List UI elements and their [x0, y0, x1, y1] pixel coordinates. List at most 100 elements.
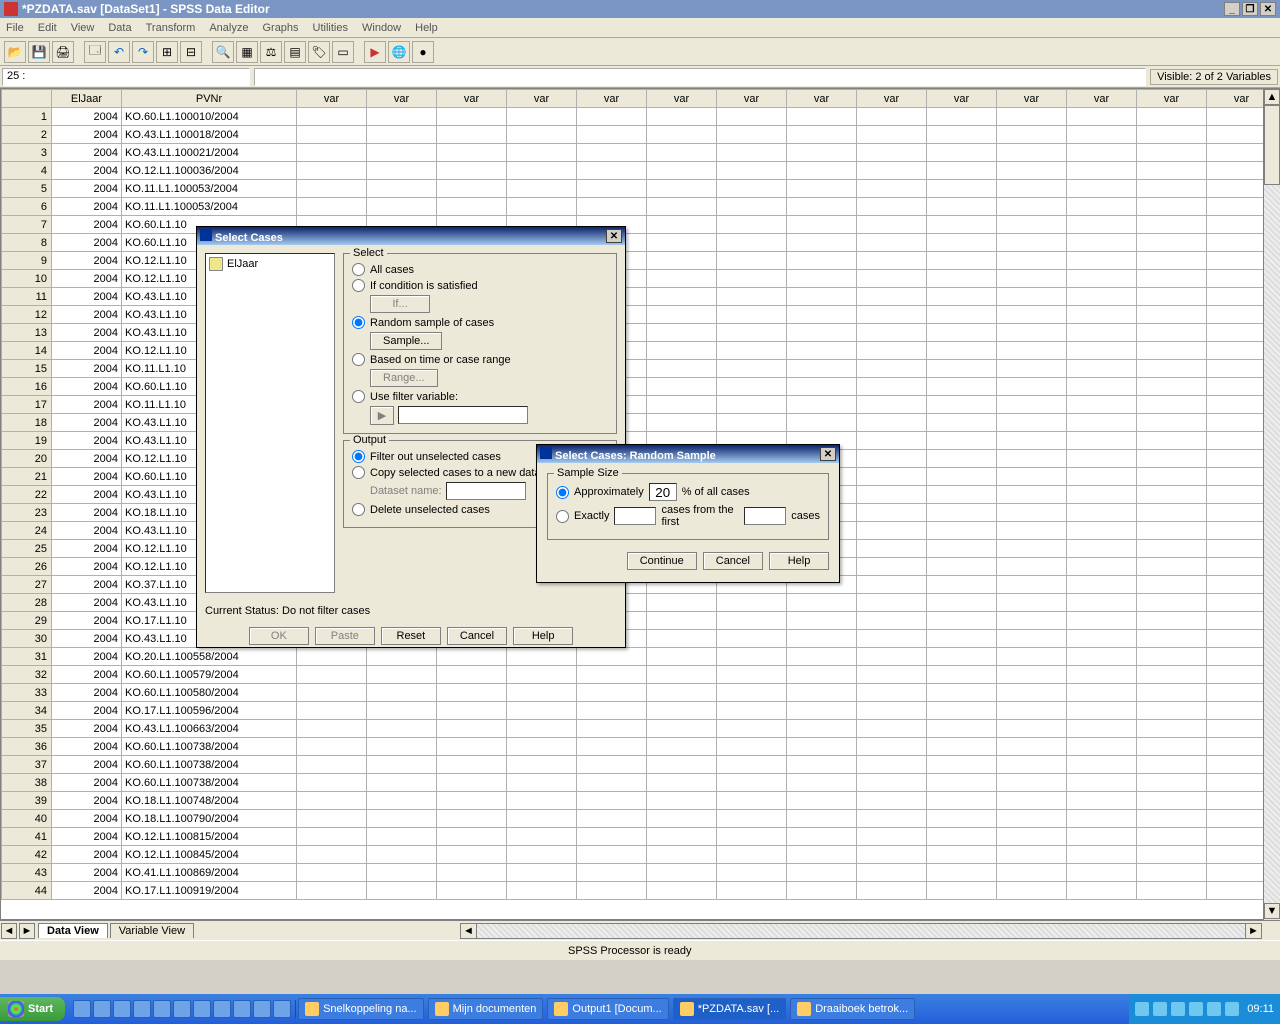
cell[interactable] — [787, 792, 857, 810]
cell[interactable] — [857, 126, 927, 144]
cell[interactable] — [367, 108, 437, 126]
row-header[interactable]: 42 — [2, 846, 52, 864]
cell[interactable] — [297, 666, 367, 684]
cell[interactable] — [577, 864, 647, 882]
ql-icon[interactable] — [193, 1000, 211, 1018]
radio-approximately[interactable] — [556, 486, 569, 499]
cell[interactable] — [717, 684, 787, 702]
row-header[interactable]: 22 — [2, 486, 52, 504]
cell[interactable] — [997, 828, 1067, 846]
menu-view[interactable]: View — [71, 22, 95, 34]
corner-cell[interactable] — [2, 90, 52, 108]
menu-analyze[interactable]: Analyze — [209, 22, 248, 34]
cell[interactable] — [1137, 720, 1207, 738]
cell[interactable] — [997, 792, 1067, 810]
menu-file[interactable]: File — [6, 22, 24, 34]
cell[interactable]: 2004 — [52, 288, 122, 306]
open-icon[interactable]: 📂 — [4, 41, 26, 63]
cell[interactable] — [1137, 126, 1207, 144]
taskbar-task[interactable]: Output1 [Docum... — [547, 998, 668, 1020]
cell[interactable] — [1067, 882, 1137, 900]
move-var-button[interactable]: ▶ — [370, 406, 394, 425]
cell[interactable] — [647, 720, 717, 738]
cell[interactable] — [927, 720, 997, 738]
cell[interactable] — [927, 756, 997, 774]
cell[interactable] — [997, 306, 1067, 324]
cell[interactable] — [1067, 234, 1137, 252]
cell[interactable] — [507, 846, 577, 864]
cell[interactable]: KO.12.L1.100036/2004 — [122, 162, 297, 180]
cell[interactable] — [1067, 540, 1137, 558]
row-header[interactable]: 12 — [2, 306, 52, 324]
row-header[interactable]: 14 — [2, 342, 52, 360]
cell[interactable] — [787, 756, 857, 774]
cell[interactable] — [857, 234, 927, 252]
radio-delete-unselected[interactable] — [352, 503, 365, 516]
cell[interactable] — [507, 864, 577, 882]
cell[interactable] — [717, 594, 787, 612]
cell[interactable] — [507, 828, 577, 846]
row-header[interactable]: 13 — [2, 324, 52, 342]
cell[interactable] — [717, 234, 787, 252]
cell[interactable] — [1067, 108, 1137, 126]
cell[interactable] — [1067, 306, 1137, 324]
cell[interactable] — [297, 774, 367, 792]
ql-icon[interactable] — [133, 1000, 151, 1018]
cell[interactable] — [1137, 792, 1207, 810]
cell[interactable] — [1067, 702, 1137, 720]
cell[interactable] — [857, 450, 927, 468]
cell[interactable] — [717, 216, 787, 234]
column-header[interactable]: var — [437, 90, 507, 108]
cell[interactable] — [1067, 126, 1137, 144]
cell[interactable] — [787, 864, 857, 882]
cell[interactable] — [997, 594, 1067, 612]
cell[interactable] — [857, 342, 927, 360]
cell[interactable] — [997, 612, 1067, 630]
cell[interactable] — [1137, 666, 1207, 684]
cell[interactable] — [367, 738, 437, 756]
cell[interactable]: KO.60.L1.100010/2004 — [122, 108, 297, 126]
cell[interactable]: KO.60.L1.100580/2004 — [122, 684, 297, 702]
row-header[interactable]: 20 — [2, 450, 52, 468]
cell[interactable]: 2004 — [52, 882, 122, 900]
column-header[interactable]: var — [1137, 90, 1207, 108]
cell[interactable] — [927, 414, 997, 432]
help-button[interactable]: Help — [769, 552, 829, 570]
cell[interactable] — [367, 648, 437, 666]
cell[interactable]: 2004 — [52, 396, 122, 414]
cell[interactable] — [1137, 486, 1207, 504]
cell[interactable] — [1137, 522, 1207, 540]
cell[interactable] — [997, 882, 1067, 900]
cell[interactable] — [1067, 594, 1137, 612]
select-icon[interactable]: ▤ — [284, 41, 306, 63]
cell[interactable] — [1067, 576, 1137, 594]
cell[interactable] — [1067, 180, 1137, 198]
cell[interactable] — [647, 738, 717, 756]
cell[interactable]: 2004 — [52, 234, 122, 252]
cell[interactable] — [997, 648, 1067, 666]
cell[interactable] — [647, 144, 717, 162]
cell[interactable] — [437, 756, 507, 774]
cell[interactable] — [1137, 108, 1207, 126]
column-header[interactable]: var — [1067, 90, 1137, 108]
cell[interactable] — [717, 180, 787, 198]
menu-graphs[interactable]: Graphs — [262, 22, 298, 34]
cell[interactable] — [297, 162, 367, 180]
cell[interactable] — [787, 684, 857, 702]
cell[interactable] — [997, 252, 1067, 270]
cell[interactable] — [717, 828, 787, 846]
cell[interactable] — [997, 846, 1067, 864]
cell[interactable] — [1137, 468, 1207, 486]
cell[interactable] — [997, 738, 1067, 756]
cell[interactable] — [647, 378, 717, 396]
scroll-left-icon[interactable]: ◄ — [461, 924, 477, 938]
cell[interactable] — [857, 360, 927, 378]
row-header[interactable]: 39 — [2, 792, 52, 810]
tray-icon[interactable] — [1153, 1002, 1167, 1016]
cell[interactable] — [367, 666, 437, 684]
column-header[interactable]: var — [857, 90, 927, 108]
cell[interactable]: KO.12.L1.100815/2004 — [122, 828, 297, 846]
column-header[interactable]: ElJaar — [52, 90, 122, 108]
cell[interactable] — [857, 108, 927, 126]
cell[interactable]: 2004 — [52, 378, 122, 396]
